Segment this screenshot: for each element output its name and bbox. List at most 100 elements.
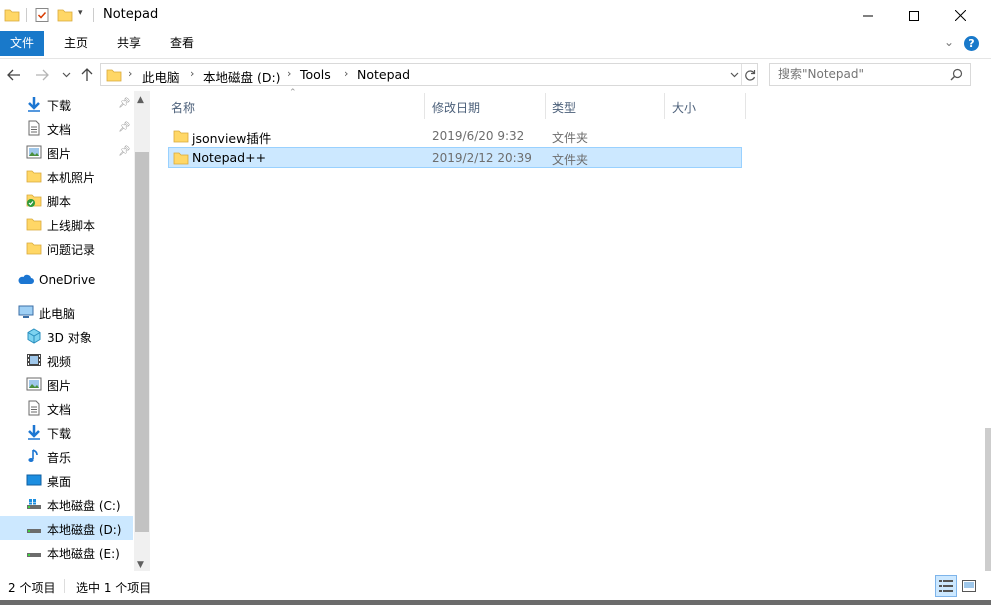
nav-item-onedrive[interactable]: OneDrive	[0, 268, 133, 292]
search-input[interactable]	[778, 67, 948, 81]
file-date: 2019/2/12 20:39	[432, 151, 532, 165]
breadcrumb-this-pc[interactable]: 此电脑	[142, 67, 180, 86]
nav-item-downloads-pc[interactable]: 下载	[0, 420, 133, 444]
pin-icon: 📌︎	[118, 98, 131, 109]
computer-icon	[18, 304, 34, 320]
picture-icon	[26, 376, 42, 392]
nav-item-deploy-scripts[interactable]: 上线脚本	[0, 212, 133, 236]
column-type[interactable]: 类型	[552, 99, 576, 116]
column-size[interactable]: 大小	[672, 99, 696, 116]
nav-item-scripts[interactable]: 脚本	[0, 188, 133, 212]
item-count: 2 个项目	[8, 581, 56, 595]
nav-item-pictures-pc[interactable]: 图片	[0, 372, 133, 396]
breadcrumb-separator[interactable]: ›	[344, 67, 348, 80]
file-date: 2019/6/20 9:32	[432, 129, 525, 143]
nav-item-pictures[interactable]: 图片 📌︎	[0, 140, 133, 164]
nav-item-photos[interactable]: 本机照片	[0, 164, 133, 188]
folder-icon	[26, 240, 42, 256]
folder-icon	[173, 128, 189, 144]
music-icon	[26, 448, 42, 464]
customize-toolbar-icon[interactable]: ▾	[78, 8, 83, 18]
column-name[interactable]: 名称	[171, 99, 195, 116]
column-separator[interactable]	[545, 93, 546, 119]
nav-item-3d-objects[interactable]: 3D 对象	[0, 324, 133, 348]
nav-item-music[interactable]: 音乐	[0, 444, 133, 468]
close-button[interactable]	[937, 0, 983, 31]
drive-icon	[26, 496, 42, 512]
file-row[interactable]: Notepad++ 2019/2/12 20:39 文件夹	[168, 147, 742, 168]
picture-icon	[26, 144, 42, 160]
nav-scrollbar-thumb[interactable]	[135, 152, 149, 532]
help-icon[interactable]: ?	[964, 36, 979, 51]
breadcrumb-separator[interactable]: ›	[287, 67, 291, 80]
title-bar: ▾ Notepad	[0, 0, 991, 31]
cube-icon	[26, 328, 42, 344]
details-view-button[interactable]	[935, 575, 957, 597]
close-icon	[954, 10, 966, 21]
column-date-modified[interactable]: 修改日期	[432, 99, 480, 116]
back-button[interactable]	[4, 65, 24, 85]
column-header: 名称 修改日期 类型 大小	[160, 93, 750, 119]
breadcrumb-tools[interactable]: Tools	[300, 67, 331, 82]
nav-item-issue-log[interactable]: 问题记录	[0, 236, 133, 260]
nav-item-desktop[interactable]: 桌面	[0, 468, 133, 492]
new-folder-icon[interactable]	[57, 7, 73, 23]
download-icon	[26, 424, 42, 440]
nav-item-documents[interactable]: 文档 📌︎	[0, 116, 133, 140]
arrow-right-icon	[36, 69, 49, 81]
search-box[interactable]	[769, 63, 971, 86]
nav-item-documents-pc[interactable]: 文档	[0, 396, 133, 420]
video-icon	[26, 352, 42, 368]
recent-locations-button[interactable]	[58, 65, 74, 85]
breadcrumb-separator[interactable]: ›	[128, 67, 132, 80]
nav-item-videos[interactable]: 视频	[0, 348, 133, 372]
breadcrumb-separator[interactable]: ›	[190, 67, 194, 80]
window-title: Notepad	[103, 7, 159, 22]
pin-icon: 📌︎	[118, 146, 131, 157]
column-separator[interactable]	[745, 93, 746, 119]
forward-button[interactable]	[32, 65, 52, 85]
nav-item-downloads[interactable]: 下载 📌︎	[0, 92, 133, 116]
folder-icon	[26, 216, 42, 232]
file-type: 文件夹	[552, 153, 589, 167]
nav-item-drive-d[interactable]: 本地磁盘 (D:)	[0, 516, 133, 540]
file-name: jsonview插件	[192, 131, 272, 146]
tab-home[interactable]: 主页	[58, 31, 94, 56]
navigation-pane: 下载 📌︎ 文档 📌︎ 图片 📌︎ 本机照片 脚本 上线脚本 问题记录 OneD…	[0, 91, 150, 571]
file-explorer-window: ▾ Notepad 文件 主页 共享 查看 ⌄ ? › 此电脑 › 本地磁盘 (…	[0, 0, 991, 605]
main-scrollbar-thumb[interactable]	[985, 428, 991, 571]
divider	[26, 8, 27, 22]
large-icons-view-button[interactable]	[958, 575, 980, 597]
refresh-button[interactable]	[741, 64, 758, 85]
folder-icon	[173, 150, 189, 166]
breadcrumb-drive-d[interactable]: 本地磁盘 (D:)	[203, 67, 281, 86]
cloud-icon	[18, 272, 34, 288]
breadcrumb-notepad[interactable]: Notepad	[357, 67, 410, 82]
maximize-button[interactable]	[891, 0, 937, 31]
folder-icon	[26, 168, 42, 184]
refresh-icon	[745, 69, 756, 81]
scroll-up-icon[interactable]: ▲	[137, 95, 144, 105]
column-separator[interactable]	[664, 93, 665, 119]
column-separator[interactable]	[424, 93, 425, 119]
address-bar[interactable]: › 此电脑 › 本地磁盘 (D:) › Tools › Notepad	[100, 63, 758, 86]
file-row[interactable]: jsonview插件 2019/6/20 9:32 文件夹	[168, 125, 742, 146]
ribbon-tabs: 文件 主页 共享 查看 ⌄ ?	[0, 31, 991, 58]
nav-item-drive-c[interactable]: 本地磁盘 (C:)	[0, 492, 133, 516]
nav-item-drive-e[interactable]: 本地磁盘 (E:)	[0, 540, 133, 564]
tab-view[interactable]: 查看	[164, 31, 200, 56]
tab-share[interactable]: 共享	[111, 31, 147, 56]
desktop-icon	[26, 472, 42, 488]
properties-icon[interactable]	[34, 7, 50, 23]
expand-ribbon-icon[interactable]: ⌄	[944, 35, 954, 49]
divider	[64, 579, 65, 593]
minimize-button[interactable]	[845, 0, 891, 31]
scroll-down-icon[interactable]: ▼	[137, 560, 144, 570]
large-icons-view-icon	[962, 580, 976, 592]
nav-item-this-pc[interactable]: 此电脑	[0, 300, 133, 324]
up-button[interactable]	[77, 65, 97, 85]
tab-file[interactable]: 文件	[0, 31, 44, 56]
folder-icon	[106, 67, 122, 86]
search-icon[interactable]	[950, 68, 963, 84]
drive-icon	[26, 520, 42, 536]
